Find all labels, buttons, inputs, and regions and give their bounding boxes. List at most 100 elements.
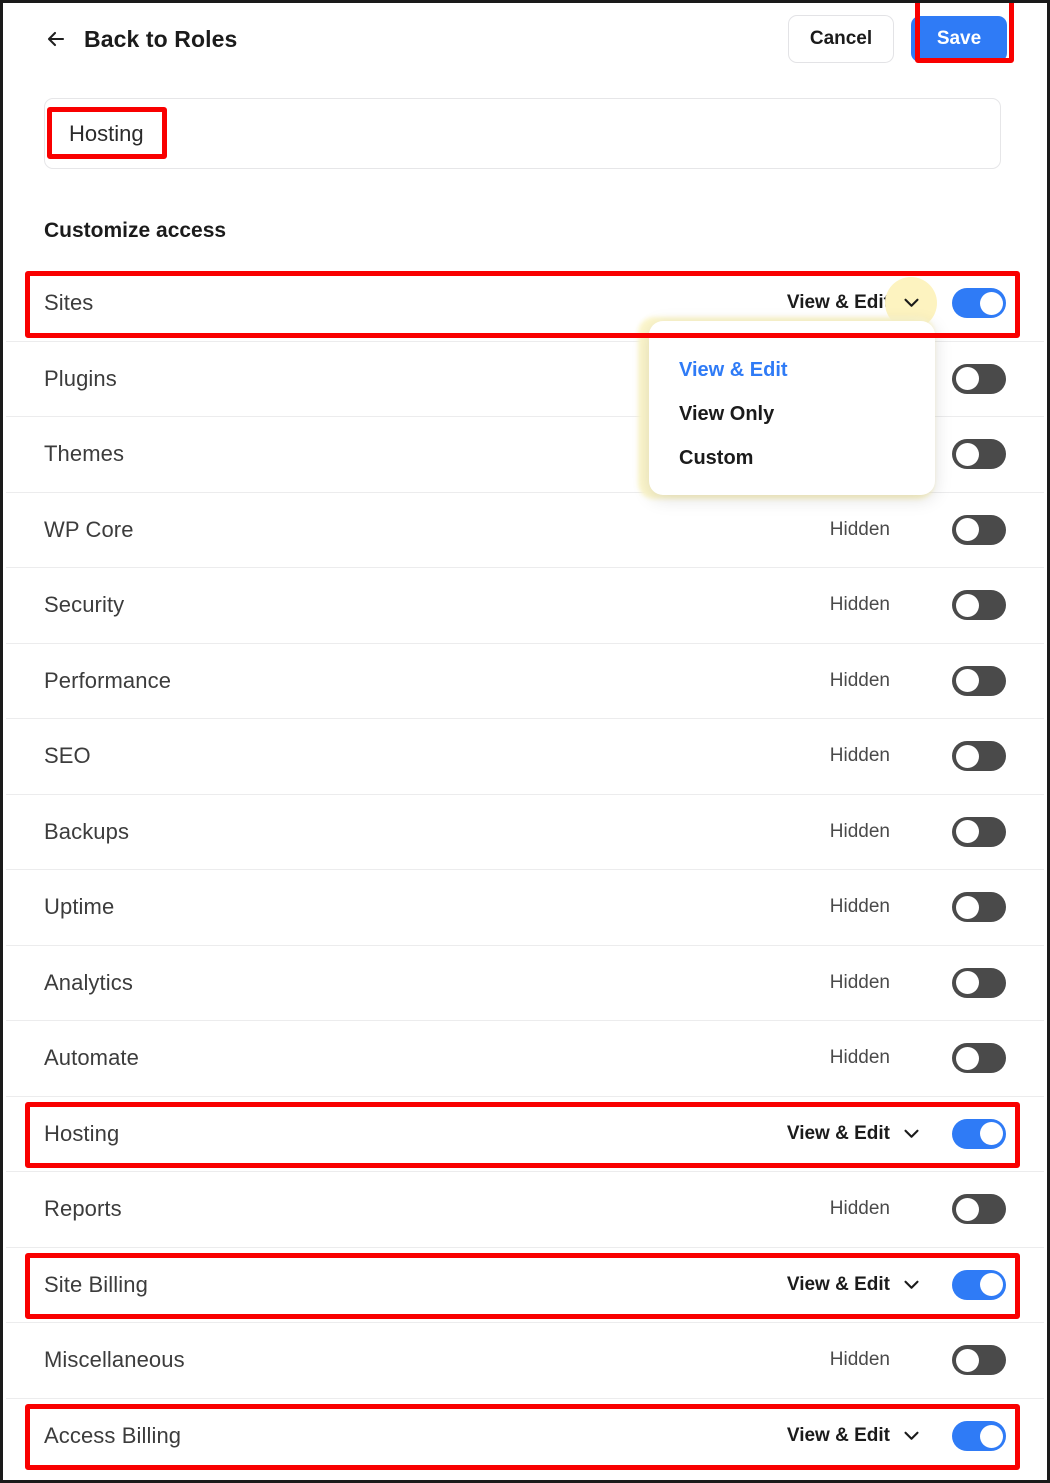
access-toggle[interactable] [952, 1345, 1006, 1375]
toggle-knob [980, 1273, 1003, 1296]
access-toggle[interactable] [952, 1270, 1006, 1300]
access-row-security[interactable]: SecurityHidden [6, 568, 1044, 644]
access-level-value: Hidden [830, 1349, 890, 1371]
access-row-label: Themes [44, 441, 124, 467]
toggle-knob [980, 292, 1003, 315]
access-row-controls: Hidden [830, 666, 1006, 696]
toggle-knob [956, 1047, 979, 1070]
access-row-label: Performance [44, 668, 171, 694]
toggle-knob [956, 896, 979, 919]
role-name-input[interactable]: Hosting [44, 98, 1001, 169]
access-toggle[interactable] [952, 892, 1006, 922]
access-toggle[interactable] [952, 1194, 1006, 1224]
access-toggle[interactable] [952, 590, 1006, 620]
toggle-knob [956, 594, 979, 617]
access-level-value: Hidden [830, 1047, 890, 1069]
access-row-label: Reports [44, 1196, 122, 1222]
access-row-reports[interactable]: Reports Hidden [6, 1172, 1044, 1248]
access-toggle[interactable] [952, 741, 1006, 771]
access-row-access-billing[interactable]: Access Billing View & Edit [6, 1399, 1044, 1475]
access-toggle[interactable] [952, 817, 1006, 847]
access-row-controls: View & Edit [787, 288, 1006, 318]
access-row-label: Access Billing [44, 1423, 181, 1449]
access-level-value: Hidden [830, 821, 890, 843]
access-level-value[interactable]: View & Edit [787, 1274, 890, 1296]
toggle-knob [956, 745, 979, 768]
access-toggle[interactable] [952, 364, 1006, 394]
access-toggle[interactable] [952, 288, 1006, 318]
access-toggle[interactable] [952, 666, 1006, 696]
save-button[interactable]: Save [911, 16, 1007, 62]
access-row-miscellaneous[interactable]: Miscellaneous Hidden [6, 1323, 1044, 1399]
access-level-dropdown-menu[interactable]: View & EditView OnlyCustom [649, 321, 935, 495]
access-row-analytics[interactable]: Analytics Hidden [6, 946, 1044, 1022]
cancel-button[interactable]: Cancel [788, 15, 894, 63]
access-row-performance[interactable]: Performance Hidden [6, 644, 1044, 720]
access-row-backups[interactable]: Backups Hidden [6, 795, 1044, 871]
toggle-knob [956, 1198, 979, 1221]
access-toggle[interactable] [952, 1421, 1006, 1451]
access-level-value: Hidden [830, 519, 890, 541]
back-to-roles-button[interactable]: Back to Roles [45, 26, 237, 53]
toggle-knob [956, 443, 979, 466]
access-toggle[interactable] [952, 1043, 1006, 1073]
access-row-seo[interactable]: SEO Hidden [6, 719, 1044, 795]
access-row-controls: View & Edit [787, 1421, 1006, 1451]
access-row-controls: View & Edit [787, 1119, 1006, 1149]
access-row-controls: Hidden [830, 1345, 1006, 1375]
access-row-label: WP Core [44, 517, 134, 543]
access-row-hosting[interactable]: Hosting View & Edit [6, 1097, 1044, 1173]
toggle-knob [956, 971, 979, 994]
access-level-value: Hidden [830, 594, 890, 616]
role-editor-screen: Back to Roles Cancel Save Hosting Custom… [0, 0, 1050, 1483]
access-row-controls: Hidden [830, 1194, 1006, 1224]
access-row-label: Miscellaneous [44, 1347, 185, 1373]
access-row-label: SEO [44, 743, 91, 769]
access-level-value: Hidden [830, 1198, 890, 1220]
customize-access-heading: Customize access [44, 219, 226, 243]
toggle-knob [956, 367, 979, 390]
access-row-label: Uptime [44, 894, 114, 920]
page-title: Back to Roles [84, 26, 237, 53]
chevron-down-icon[interactable] [900, 292, 922, 314]
access-row-site-billing[interactable]: Site Billing View & Edit [6, 1248, 1044, 1324]
access-row-controls: Hidden [830, 590, 1006, 620]
access-level-value: Hidden [830, 670, 890, 692]
access-row-label: Automate [44, 1045, 139, 1071]
dropdown-item-view-only[interactable]: View Only [649, 392, 935, 436]
chevron-down-icon[interactable] [900, 1123, 922, 1145]
access-row-controls: View & Edit [787, 1270, 1006, 1300]
dropdown-item-custom[interactable]: Custom [649, 436, 935, 480]
access-row-wp-core[interactable]: WP Core Hidden [6, 493, 1044, 569]
toggle-knob [956, 820, 979, 843]
access-row-label: Sites [44, 290, 93, 316]
access-row-controls: Hidden [830, 1043, 1006, 1073]
access-toggle[interactable] [952, 1119, 1006, 1149]
access-row-label: Site Billing [44, 1272, 148, 1298]
access-row-label: Plugins [44, 366, 117, 392]
access-toggle[interactable] [952, 968, 1006, 998]
dropdown-item-view-edit[interactable]: View & Edit [649, 348, 935, 392]
access-row-uptime[interactable]: UptimeHidden [6, 870, 1044, 946]
access-level-value: Hidden [830, 745, 890, 767]
access-row-label: Backups [44, 819, 129, 845]
access-row-controls: Hidden [830, 968, 1006, 998]
access-row-controls: Hidden [830, 817, 1006, 847]
toggle-knob [956, 1349, 979, 1372]
access-level-value[interactable]: View & Edit [787, 1123, 890, 1145]
access-level-value[interactable]: View & Edit [787, 1425, 890, 1447]
access-row-controls: Hidden [830, 515, 1006, 545]
toggle-knob [980, 1122, 1003, 1145]
role-name-value: Hosting [69, 121, 144, 147]
chevron-down-icon[interactable] [900, 1274, 922, 1296]
access-level-value[interactable]: View & Edit [787, 292, 890, 314]
access-row-label: Hosting [44, 1121, 119, 1147]
access-toggle[interactable] [952, 515, 1006, 545]
access-toggle[interactable] [952, 439, 1006, 469]
access-row-controls: Hidden [830, 741, 1006, 771]
access-row-label: Analytics [44, 970, 133, 996]
access-row-automate[interactable]: Automate Hidden [6, 1021, 1044, 1097]
toggle-knob [956, 518, 979, 541]
toggle-knob [956, 669, 979, 692]
chevron-down-icon[interactable] [900, 1425, 922, 1447]
